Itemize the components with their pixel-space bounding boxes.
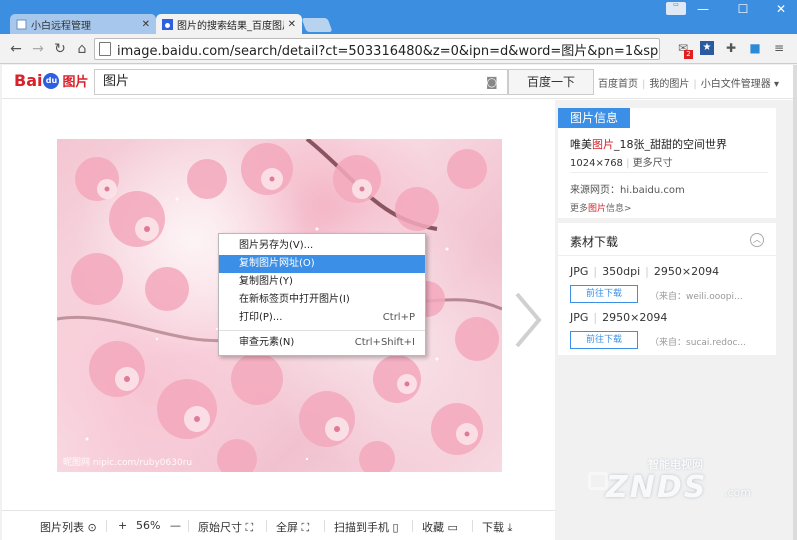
download-button-1[interactable]: 前往下载 [570,285,638,303]
address-bar[interactable]: image.baidu.com/search/detail?ct=5033164… [94,38,660,60]
logo-paw: du [43,72,60,89]
scan-to-phone-button[interactable]: 扫描到手机 ▯ [334,519,399,535]
search-button[interactable]: 百度一下 [508,69,594,95]
notification-badge: 2 [684,50,693,59]
baidu-logo[interactable]: Bai du 图片 [14,71,89,90]
home-icon[interactable]: ⌂ [74,41,90,57]
menu-icon[interactable]: ≡ [772,41,786,55]
tab-remote-management[interactable]: 小白远程管理 ✕ [10,14,156,34]
reload-icon[interactable]: ↻ [52,41,68,57]
menu-separator [219,330,425,331]
baidu-paw-icon [162,18,173,30]
original-size-button[interactable]: 原始尺寸 ⛶ [198,519,253,535]
chevron-right-icon[interactable] [511,290,545,350]
logo-text: Bai [14,71,43,90]
profile-icon[interactable]: ▭ [666,2,686,15]
close-icon[interactable]: ✕ [142,19,150,30]
download-source-2: （来自：sucai.redoc... [650,338,747,348]
minimize-button[interactable]: — [690,2,716,16]
home-link[interactable]: 百度首页 [598,79,638,90]
material-title: 素材下载 [570,235,619,249]
file-manager-link[interactable]: 小白文件管理器 ▾ [701,79,779,90]
camera-icon[interactable]: ◙ [486,75,498,89]
image-info-tag: 图片信息 [558,108,630,128]
maximize-button[interactable]: ☐ [730,2,756,16]
znds-watermark: 智能电视网 ZNDS .com [588,448,778,508]
menu-item-copy-image[interactable]: 复制图片(Y) [219,273,425,291]
collect-button[interactable]: 收藏 ▭ [422,519,458,535]
photo-watermark: 昵图网 nipic.com/ruby0630ru [63,458,193,468]
back-icon[interactable]: ← [8,41,24,57]
fullscreen-button[interactable]: 全屏 ⛶ [276,519,309,535]
url-text: image.baidu.com/search/detail?ct=5033164… [117,43,660,59]
browser-toolbar: ← → ↻ ⌂ image.baidu.com/search/detail?ct… [0,34,797,64]
more-info-link[interactable]: 更多图片信息> [570,201,632,214]
source-page[interactable]: 来源网页：hi.baidu.com [570,181,685,196]
page-icon [99,42,111,56]
baidu-header: Bai du 图片 图片 ◙ 百度一下 百度首页 | 我的图片 | 小白文件管理器 ▾ [2,65,795,99]
zoom-level: 56% [136,519,161,532]
context-menu: 图片另存为(V)... 复制图片网址(O) 复制图片(Y) 在新标签页中打开图片… [218,233,426,356]
star-icon[interactable]: ★ [700,41,714,55]
window-border [793,65,797,540]
puzzle-icon[interactable]: ✚ [724,41,738,55]
folder-icon[interactable]: ■ [748,41,762,55]
menu-item-save-image[interactable]: 图片另存为(V)... [219,237,425,255]
chevron-up-icon[interactable]: ︿ [750,233,764,247]
more-sizes-link[interactable]: 更多尺寸 [633,158,673,169]
close-window-button[interactable]: ✕ [768,2,794,16]
new-tab-button[interactable] [301,18,333,32]
material-specs-2: JPG | 2950×2094 [570,311,668,324]
image-viewer: 昵图网 nipic.com/ruby0630ru 图片另存为(V)... 复制图… [2,100,555,510]
image-size: 1024×768 | 更多尺寸 [570,158,673,169]
my-images-link[interactable]: 我的图片 [649,79,689,90]
viewer-bottom-bar: 图片列表 ⊙ + 56% — 原始尺寸 ⛶ 全屏 ⛶ 扫描到手机 ▯ 收藏 ▭ … [2,510,555,540]
logo-suffix: 图片 [62,75,89,90]
material-download-card: 素材下载 ︿ JPG | 350dpi | 2950×2094 前往下载 （来自：wei… [558,223,776,355]
tv-icon [588,472,608,490]
material-specs-1: JPG | 350dpi | 2950×2094 [570,265,720,278]
close-icon[interactable]: ✕ [288,19,296,30]
search-input[interactable]: 图片 [94,69,508,95]
page-icon [16,19,27,29]
tab-label: 图片的搜索结果_百度图片 [177,20,284,32]
forward-icon[interactable]: → [30,41,46,57]
header-links: 百度首页 | 我的图片 | 小白文件管理器 ▾ [598,79,779,90]
zoom-in-button[interactable]: + [118,519,127,532]
download-button-2[interactable]: 前往下载 [570,331,638,349]
znds-domain: .com [724,486,751,499]
image-list-button[interactable]: 图片列表 ⊙ [40,519,97,535]
download-button[interactable]: 下载 ⤓ [482,519,512,535]
window-titlebar: 小白远程管理 ✕ 图片的搜索结果_百度图片 ✕ ▭ — ☐ ✕ [0,0,797,34]
image-title[interactable]: 唯美图片_18张_甜甜的空间世界 [570,136,727,152]
tab-baidu-images[interactable]: 图片的搜索结果_百度图片 ✕ [156,14,302,34]
image-info-card: 图片信息 唯美图片_18张_甜甜的空间世界 1024×768 | 更多尺寸 来源… [558,108,776,218]
menu-item-open-in-new-tab[interactable]: 在新标签页中打开图片(I) [219,291,425,309]
tab-label: 小白远程管理 [31,20,91,32]
zoom-out-button[interactable]: — [170,519,181,532]
znds-logo-text: ZNDS [606,470,708,505]
menu-item-inspect[interactable]: 审查元素(N) Ctrl+Shift+I [219,334,425,352]
menu-item-copy-image-url[interactable]: 复制图片网址(O) [219,255,425,273]
download-source-1: （来自：weili.ooopi... [650,292,743,302]
menu-item-print[interactable]: 打印(P)... Ctrl+P [219,309,425,327]
